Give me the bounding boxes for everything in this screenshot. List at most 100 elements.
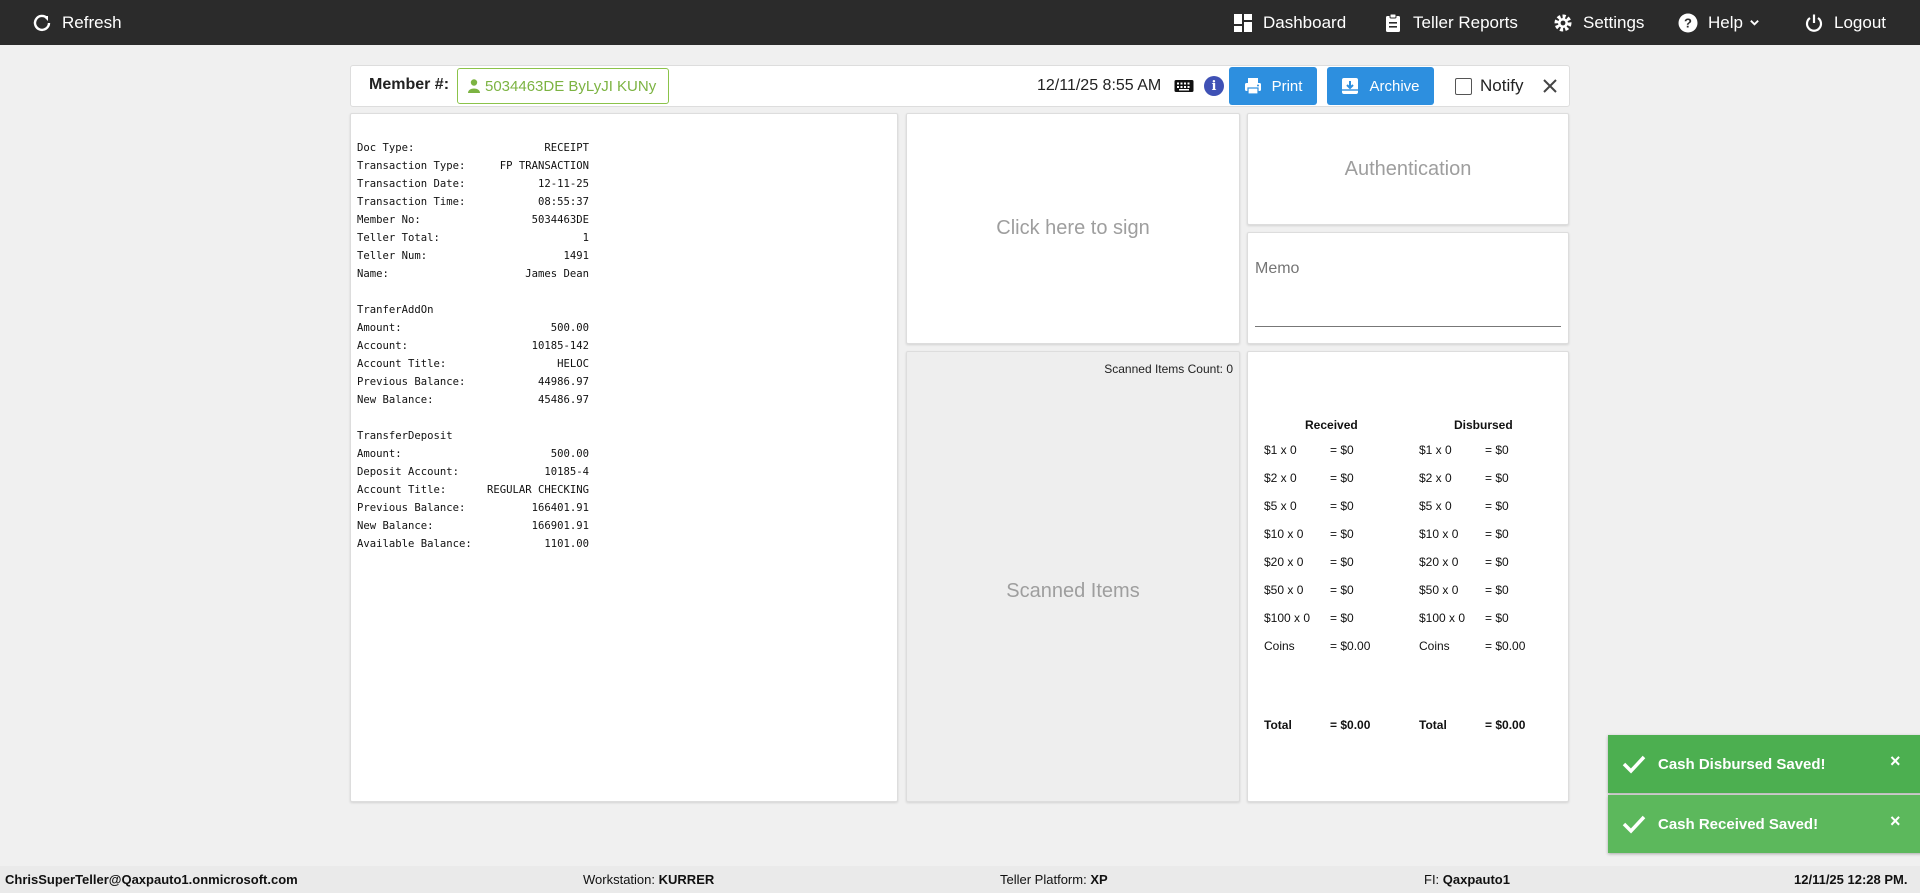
disbursed-denomination-label[interactable]: $1 x 0 — [1419, 443, 1452, 457]
receipt-line-value: 08:55:37 — [537, 196, 589, 208]
receipt-line: Amount: 500.00 — [357, 445, 589, 463]
receipt-line: Transaction Time: 08:55:37 — [357, 193, 589, 211]
disbursed-denomination-value: = $0 — [1485, 555, 1509, 569]
receipt-line-value: 166401.91 — [531, 502, 589, 514]
member-label: Member #: — [369, 76, 450, 93]
disbursed-denomination-label[interactable]: $50 x 0 — [1419, 583, 1458, 597]
settings-label: Settings — [1583, 12, 1645, 32]
help-button[interactable]: ? Help — [1678, 0, 1760, 45]
keyboard-icon[interactable] — [1174, 78, 1194, 94]
disbursed-denomination-label[interactable]: $2 x 0 — [1419, 471, 1452, 485]
disbursed-denomination-value: = $0 — [1485, 611, 1509, 625]
teller-reports-button[interactable]: Teller Reports — [1383, 0, 1518, 45]
authentication-panel[interactable]: Authentication — [1247, 113, 1569, 225]
receipt-line-value: 1491 — [563, 250, 589, 262]
disbursed-denomination-value: = $0 — [1485, 527, 1509, 541]
received-total-label: Total — [1264, 718, 1292, 732]
dashboard-icon — [1234, 13, 1252, 32]
receipt-line: Name: James Dean — [357, 265, 589, 283]
notify-toggle[interactable]: Notify — [1455, 76, 1523, 96]
receipt-line: Previous Balance: 166401.91 — [357, 499, 589, 517]
received-denomination-label[interactable]: Coins — [1264, 639, 1295, 653]
print-button[interactable]: Print — [1229, 67, 1317, 105]
archive-button[interactable]: Archive — [1327, 67, 1434, 105]
disbursed-denomination-label[interactable]: $10 x 0 — [1419, 527, 1458, 541]
receipt-line-value: 44986.97 — [537, 376, 589, 388]
receipt-line: Available Balance: 1101.00 — [357, 535, 589, 553]
print-label: Print — [1271, 77, 1303, 95]
received-denomination-label[interactable]: $20 x 0 — [1264, 555, 1303, 569]
memo-underline — [1255, 326, 1561, 327]
gear-icon — [1554, 14, 1572, 31]
platform-label: Teller Platform: — [1000, 872, 1087, 887]
receipt-section-title: TransferDeposit — [357, 430, 453, 442]
logout-button[interactable]: Logout — [1804, 0, 1886, 45]
refresh-button[interactable]: Refresh — [32, 0, 122, 45]
received-total-value: = $0.00 — [1330, 718, 1371, 732]
disbursed-denomination-label[interactable]: $20 x 0 — [1419, 555, 1458, 569]
receipt-line-label: Doc Type: — [357, 142, 415, 154]
fi-label: FI: — [1424, 872, 1440, 887]
receipt-line-label: Previous Balance: — [357, 376, 466, 388]
received-denomination-label[interactable]: $50 x 0 — [1264, 583, 1303, 597]
member-chip[interactable]: 5034463DE ByLyJI KUNy — [457, 68, 669, 104]
authentication-label: Authentication — [1344, 157, 1472, 180]
disbursed-header: Disbursed — [1454, 418, 1513, 432]
chevron-down-icon — [1750, 20, 1759, 26]
receipt-line: Teller Total: 1 — [357, 229, 589, 247]
memo-field[interactable]: Memo — [1247, 232, 1569, 344]
top-nav: Refresh Dashboard Teller Reports Setting… — [0, 0, 1920, 45]
received-denomination-label[interactable]: $2 x 0 — [1264, 471, 1297, 485]
info-icon[interactable]: i — [1204, 76, 1224, 96]
receipt-line-label: Transaction Time: — [357, 196, 466, 208]
disbursed-denomination-value: = $0 — [1485, 471, 1509, 485]
svg-text:?: ? — [1684, 15, 1692, 30]
workstation-label: Workstation: — [583, 872, 656, 887]
disbursed-denomination-label[interactable]: $100 x 0 — [1419, 611, 1465, 625]
notify-checkbox[interactable] — [1455, 77, 1472, 95]
receipt-line-value: 500.00 — [550, 322, 589, 334]
disbursed-denomination-label[interactable]: Coins — [1419, 639, 1450, 653]
received-denomination-label[interactable]: $5 x 0 — [1264, 499, 1297, 513]
status-bar: ChrisSuperTeller@Qaxpauto1.onmicrosoft.c… — [0, 866, 1920, 893]
receipt-line: Account Title: REGULAR CHECKING — [357, 481, 589, 499]
toast-close-button[interactable]: × — [1890, 751, 1901, 772]
settings-button[interactable]: Settings — [1553, 0, 1644, 45]
disbursed-denomination-label[interactable]: $5 x 0 — [1419, 499, 1452, 513]
dashboard-button[interactable]: Dashboard — [1233, 0, 1346, 45]
toast-message: Cash Disbursed Saved! — [1658, 755, 1826, 773]
receipt-line-label: Previous Balance: — [357, 502, 466, 514]
receipt-line-value: 10185-142 — [531, 340, 589, 352]
memo-label: Memo — [1255, 260, 1300, 277]
toast-message: Cash Received Saved! — [1658, 815, 1819, 833]
received-denomination-label[interactable]: $100 x 0 — [1264, 611, 1310, 625]
member-value: 5034463DE ByLyJI KUNy — [485, 77, 657, 95]
receipt-line-value: 500.00 — [550, 448, 589, 460]
dashboard-label: Dashboard — [1263, 12, 1347, 32]
footer-workstation: Workstation: KURRER — [583, 872, 714, 887]
received-denomination-value: = $0 — [1330, 583, 1354, 597]
received-denomination-label[interactable]: $10 x 0 — [1264, 527, 1303, 541]
refresh-label: Refresh — [62, 12, 122, 32]
close-icon[interactable] — [1539, 75, 1561, 97]
signature-pad[interactable]: Click here to sign — [906, 113, 1240, 344]
question-circle-icon: ? — [1678, 13, 1698, 32]
fi-value: Qaxpauto1 — [1442, 872, 1510, 887]
receipt-line: Teller Num: 1491 — [357, 247, 589, 265]
receipt-line-label: Account: — [357, 340, 409, 352]
scanned-items-panel[interactable]: Scanned Items Count: 0 Scanned Items — [906, 351, 1240, 802]
toast-close-button[interactable]: × — [1890, 811, 1901, 832]
receipt-line-label: Deposit Account: — [357, 466, 460, 478]
receipt-line: Transaction Type: FP TRANSACTION — [357, 157, 589, 175]
receipt-line-label: New Balance: — [357, 520, 434, 532]
received-denomination-value: = $0 — [1330, 555, 1354, 569]
receipt-line: Account: 10185-142 — [357, 337, 589, 355]
signature-prompt: Click here to sign — [996, 217, 1150, 239]
receipt-line-value: 1 — [582, 232, 589, 244]
receipt-line-label: Transaction Type: — [357, 160, 466, 172]
notify-label: Notify — [1480, 76, 1524, 95]
logout-label: Logout — [1834, 12, 1886, 32]
receipt-line-value: James Dean — [525, 268, 589, 280]
received-denomination-label[interactable]: $1 x 0 — [1264, 443, 1297, 457]
receipt-line-label: Amount: — [357, 322, 402, 334]
